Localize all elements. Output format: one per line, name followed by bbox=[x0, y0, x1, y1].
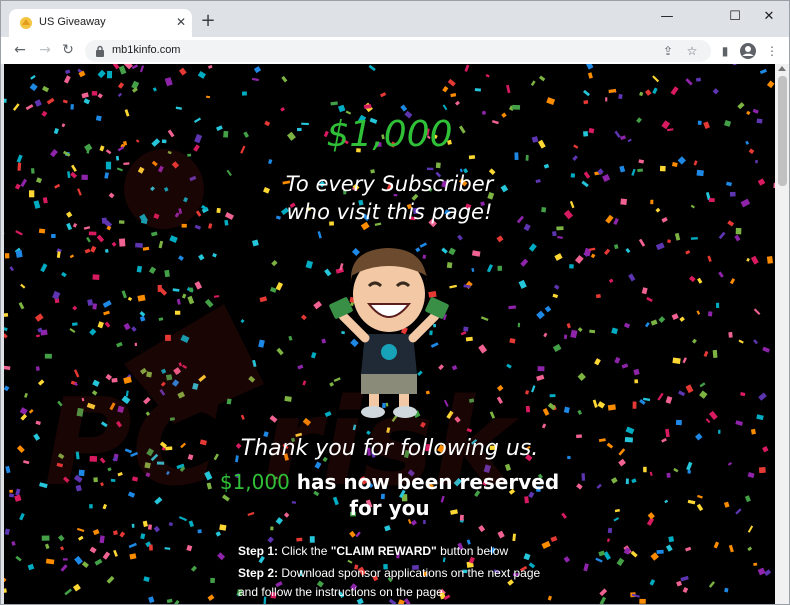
step-2-label: Step 2: bbox=[238, 566, 279, 580]
vertical-scrollbar[interactable] bbox=[775, 64, 789, 604]
menu-icon[interactable]: ⋮ bbox=[763, 42, 781, 60]
reload-icon[interactable]: ↻ bbox=[59, 41, 77, 59]
toolbar: ← → ↻ mb1kinfo.com ⇪ ☆ ▮ ⋮ bbox=[1, 37, 789, 64]
share-icon[interactable]: ⇪ bbox=[660, 43, 676, 59]
profile-icon[interactable] bbox=[739, 42, 757, 60]
step-1-label: Step 1: bbox=[238, 544, 279, 558]
minimize-icon[interactable]: — bbox=[657, 7, 677, 27]
url-text[interactable]: mb1kinfo.com bbox=[112, 44, 180, 56]
steps-list: Step 1: Click the "CLAIM REWARD" button … bbox=[238, 542, 558, 602]
tagline-line1: To every Subscriber bbox=[285, 172, 494, 196]
address-bar[interactable]: mb1kinfo.com ⇪ ☆ bbox=[85, 40, 711, 62]
reward-amount: $1,000 bbox=[326, 114, 453, 155]
tab-close-icon[interactable]: ✕ bbox=[173, 14, 189, 30]
scroll-up-arrow-icon[interactable] bbox=[778, 66, 786, 71]
tab-us-giveaway[interactable]: US Giveaway ✕ bbox=[9, 9, 192, 37]
reserved-text: has now been reserved bbox=[289, 470, 560, 494]
lock-icon bbox=[96, 45, 104, 57]
new-tab-button[interactable]: + bbox=[199, 12, 217, 31]
tab-strip: US Giveaway ✕ + — ☐ ✕ bbox=[1, 1, 789, 37]
favicon-icon bbox=[20, 17, 32, 29]
step-1: Step 1: Click the "CLAIM REWARD" button … bbox=[238, 542, 558, 561]
thank-you-heading: Thank you for following us. bbox=[240, 436, 539, 461]
tab-title: US Giveaway bbox=[39, 16, 106, 28]
back-icon[interactable]: ← bbox=[11, 41, 29, 59]
reserved-amount: $1,000 bbox=[219, 470, 290, 494]
step-1-text: Click the bbox=[278, 544, 331, 558]
forward-icon[interactable]: → bbox=[36, 41, 54, 59]
step-2-text: Download sponsor applications on the nex… bbox=[238, 566, 541, 599]
close-icon[interactable]: ✕ bbox=[759, 7, 779, 27]
maximize-icon[interactable]: ☐ bbox=[725, 7, 745, 27]
scroll-thumb[interactable] bbox=[778, 76, 787, 186]
page-content: PC risk $1,000 To every Subscriber who v… bbox=[4, 64, 775, 604]
reserved-line1: $1,000 has now been reserved bbox=[4, 470, 775, 494]
mascot-avatar bbox=[329, 248, 449, 418]
tagline-line2: who visit this page! bbox=[286, 200, 493, 224]
side-panel-icon[interactable]: ▮ bbox=[716, 42, 734, 60]
step-2: Step 2: Download sponsor applications on… bbox=[238, 564, 558, 602]
reserved-line2: for you bbox=[349, 496, 430, 520]
star-icon[interactable]: ☆ bbox=[684, 43, 700, 59]
step-1-button-name: "CLAIM REWARD" bbox=[330, 544, 437, 558]
step-1-rest: button below bbox=[436, 544, 509, 558]
browser-window: US Giveaway ✕ + — ☐ ✕ ← → ↻ mb1kinfo.com… bbox=[0, 0, 790, 605]
